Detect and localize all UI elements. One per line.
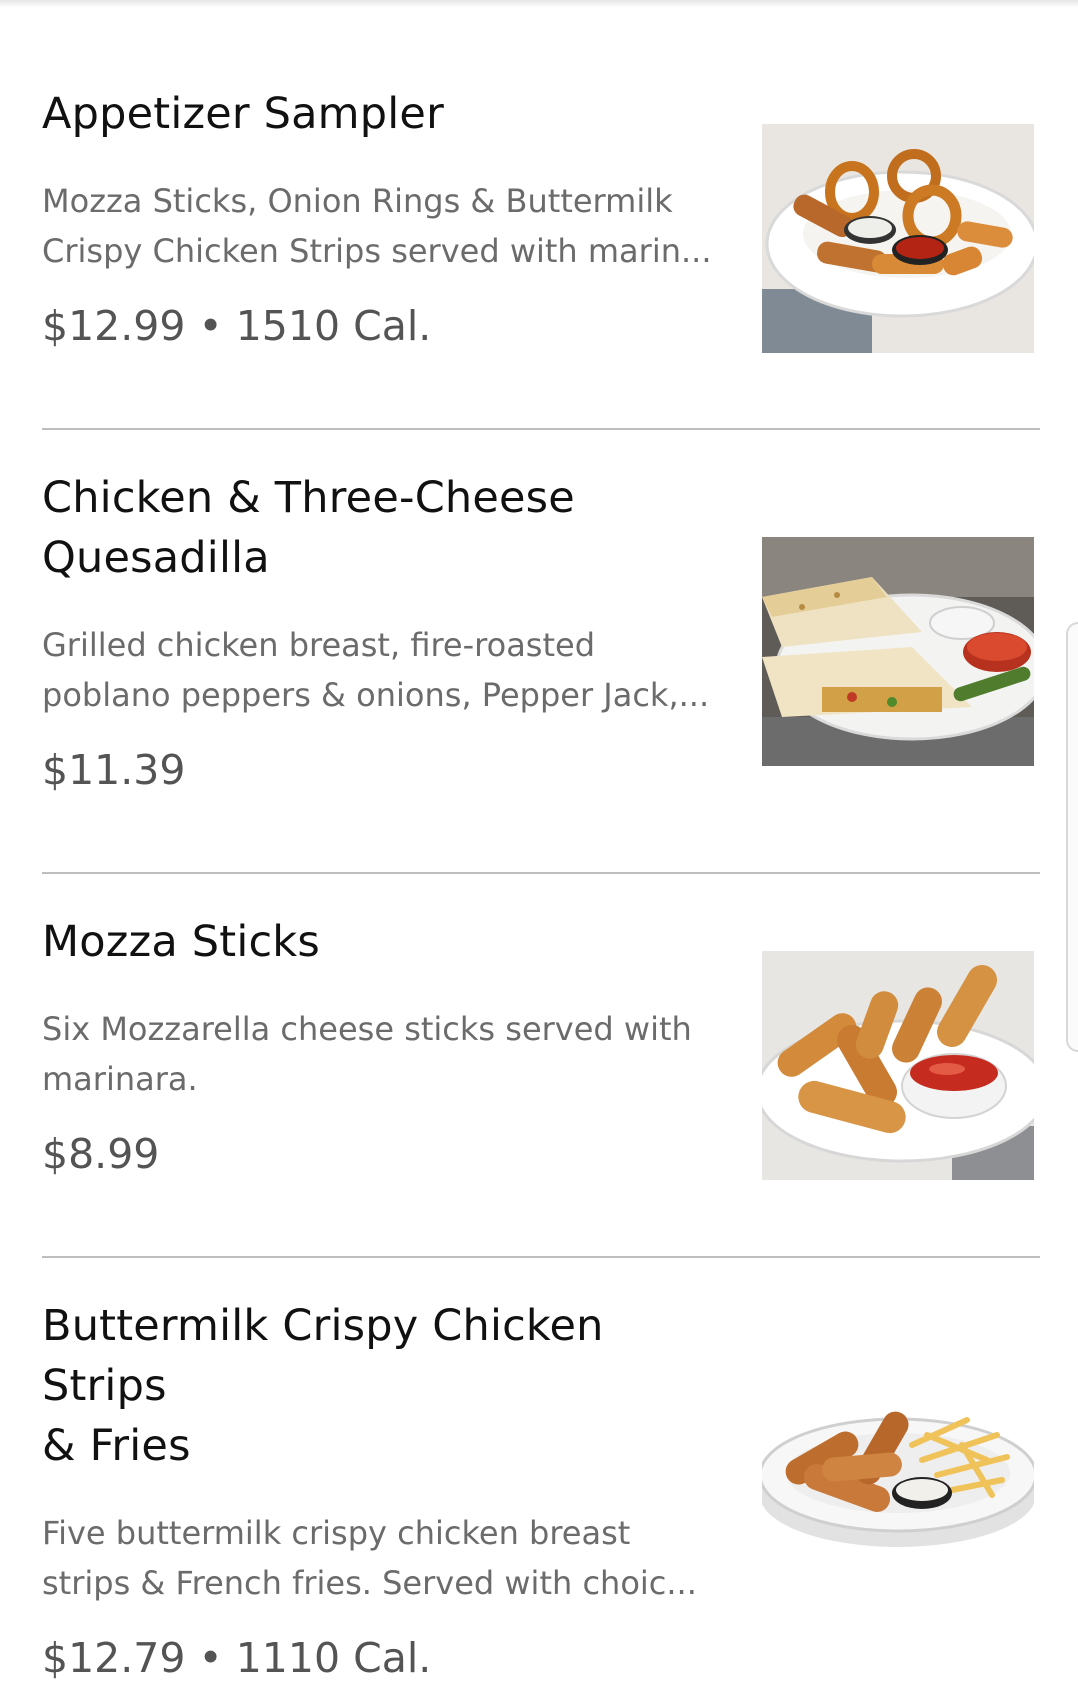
menu-item-divider bbox=[42, 872, 1040, 874]
top-edge-shadow bbox=[0, 0, 1078, 8]
menu-item-price: $8.99 bbox=[42, 1130, 160, 1178]
quesadilla-photo[interactable] bbox=[762, 537, 1034, 766]
menu-item-name: Appetizer Sampler bbox=[42, 89, 444, 139]
menu-item-price: $12.99 • 1510 Cal. bbox=[42, 302, 432, 350]
appetizer-sampler-photo[interactable] bbox=[762, 124, 1034, 353]
menu-item-description-line: Six Mozzarella cheese sticks served with bbox=[42, 1010, 692, 1048]
menu-item-description-line: Crispy Chicken Strips served with marin.… bbox=[42, 232, 712, 270]
menu-item-name-line: Buttermilk Crispy Chicken Strips bbox=[42, 1301, 604, 1411]
menu-item-text: Mozza Sticks Six Mozzarella cheese stick… bbox=[42, 912, 732, 1182]
menu-item-name-line: Quesadilla bbox=[42, 533, 270, 583]
menu-item-text: Buttermilk Crispy Chicken Strips & Fries… bbox=[42, 1296, 732, 1686]
chicken-strips-fries-photo[interactable] bbox=[762, 1365, 1034, 1594]
mozza-sticks-image bbox=[762, 951, 1034, 1180]
menu-item-text: Chicken & Three-Cheese Quesadilla Grille… bbox=[42, 468, 732, 798]
appetizer-sampler-image bbox=[762, 124, 1034, 353]
menu-item-divider bbox=[42, 1256, 1040, 1258]
menu-item-description-line: marinara. bbox=[42, 1060, 198, 1098]
menu-item-description-line: strips & French fries. Served with choic… bbox=[42, 1564, 697, 1602]
menu-item-name: Mozza Sticks bbox=[42, 917, 321, 967]
menu-item-name-line: & Fries bbox=[42, 1421, 191, 1471]
mozza-sticks-photo[interactable] bbox=[762, 951, 1034, 1180]
menu-item-description-line: Mozza Sticks, Onion Rings & Buttermilk bbox=[42, 182, 673, 220]
menu-item-price: $12.79 • 1110 Cal. bbox=[42, 1634, 432, 1682]
menu-item-description-line: poblano peppers & onions, Pepper Jack,..… bbox=[42, 676, 710, 714]
scroll-handle[interactable] bbox=[1066, 622, 1078, 1052]
menu-item-divider bbox=[42, 428, 1040, 430]
quesadilla-image bbox=[762, 537, 1034, 766]
menu-item-description-line: Grilled chicken breast, fire-roasted bbox=[42, 626, 596, 664]
menu-item-description-line: Five buttermilk crispy chicken breast bbox=[42, 1514, 631, 1552]
menu-item-name-line: Chicken & Three-Cheese bbox=[42, 473, 575, 523]
menu-item-price: $11.39 bbox=[42, 746, 186, 794]
menu-item-text: Appetizer Sampler Mozza Sticks, Onion Ri… bbox=[42, 84, 732, 354]
chicken-strips-fries-image bbox=[762, 1365, 1034, 1594]
